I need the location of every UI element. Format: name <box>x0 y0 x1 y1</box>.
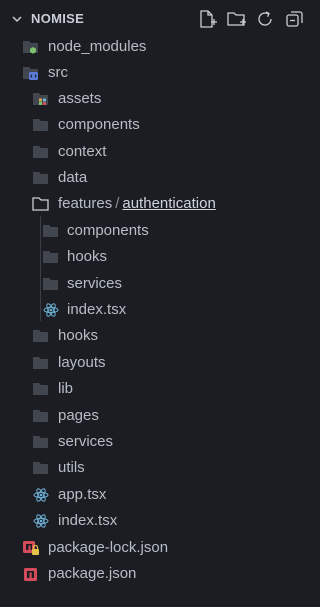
tree-item-label: context <box>58 143 107 160</box>
tree-item-index[interactable]: index.tsx <box>0 508 317 534</box>
tree-item-pages[interactable]: pages <box>0 403 317 429</box>
refresh-icon[interactable] <box>255 9 276 29</box>
react-file-icon <box>42 302 60 318</box>
tree-item-label: assets <box>58 90 102 107</box>
folder-icon <box>42 223 60 239</box>
file-explorer: NOMISE node_modules src assets component… <box>0 0 317 607</box>
tree-item-app[interactable]: app.tsx <box>0 482 317 508</box>
tree-item-auth-index[interactable]: index.tsx <box>0 297 317 323</box>
folder-icon <box>32 355 50 371</box>
tree-item-utils[interactable]: utils <box>0 455 317 481</box>
tree-item-label: package-lock.json <box>48 539 169 556</box>
tree-item-package[interactable]: package.json <box>0 561 317 587</box>
tree-item-features-authentication[interactable]: features / authentication <box>0 191 317 217</box>
path-separator: / <box>115 195 120 212</box>
authentication-segment[interactable]: authentication <box>122 195 215 212</box>
folder-icon <box>32 408 50 424</box>
collapse-all-icon[interactable] <box>284 9 305 29</box>
workspace-title: NOMISE <box>31 11 85 26</box>
tree-item-label: app.tsx <box>58 486 107 503</box>
tree-item-label: services <box>58 433 114 450</box>
tree-item-label: services <box>67 275 123 292</box>
folder-icon <box>32 381 50 397</box>
npm-file-icon <box>22 566 40 582</box>
tree-item-assets[interactable]: assets <box>0 86 317 112</box>
features-segment[interactable]: features <box>58 195 112 212</box>
tree-item-label: components <box>67 222 149 239</box>
node-folder-icon <box>22 39 40 55</box>
tree-item-label: data <box>58 169 88 186</box>
tree-item-label: utils <box>58 459 85 476</box>
explorer-header[interactable]: NOMISE <box>0 0 317 34</box>
tree-item-services[interactable]: services <box>0 429 317 455</box>
new-file-icon[interactable] <box>197 9 218 29</box>
folder-icon <box>32 434 50 450</box>
folder-icon <box>42 249 60 265</box>
tree-item-label: components <box>58 116 140 133</box>
folder-icon <box>32 460 50 476</box>
tree-item-label: node_modules <box>48 38 147 55</box>
tree-item-package-lock[interactable]: package-lock.json <box>0 535 317 561</box>
open-folder-icon <box>32 196 50 212</box>
tree-item-label: lib <box>58 380 74 397</box>
explorer-actions <box>197 9 305 29</box>
tree-item-data[interactable]: data <box>0 165 317 191</box>
tree-item-label: index.tsx <box>58 512 118 529</box>
assets-folder-icon <box>32 91 50 107</box>
folder-icon <box>32 117 50 133</box>
tree-item-label: index.tsx <box>67 301 127 318</box>
npm-lock-file-icon <box>22 540 40 556</box>
tree-item-auth-services[interactable]: services <box>0 271 317 297</box>
tree-item-src[interactable]: src <box>0 60 317 86</box>
react-file-icon <box>32 487 50 503</box>
folder-icon <box>32 144 50 160</box>
tree-item-label: features / authentication <box>58 195 216 213</box>
tree-item-auth-components[interactable]: components <box>0 218 317 244</box>
src-folder-icon <box>22 65 40 81</box>
tree-item-hooks[interactable]: hooks <box>0 323 317 349</box>
tree-item-label: hooks <box>67 248 108 265</box>
tree-item-label: pages <box>58 407 99 424</box>
folder-icon <box>32 328 50 344</box>
tree-item-label: src <box>48 64 68 81</box>
tree-item-label: package.json <box>48 565 137 582</box>
tree-item-components[interactable]: components <box>0 112 317 138</box>
tree-item-label: hooks <box>58 327 99 344</box>
tree-item-context[interactable]: context <box>0 139 317 165</box>
tree-item-auth-hooks[interactable]: hooks <box>0 244 317 270</box>
folder-icon <box>42 276 60 292</box>
folder-icon <box>32 170 50 186</box>
react-file-icon <box>32 513 50 529</box>
chevron-down-icon[interactable] <box>11 12 23 24</box>
tree-item-lib[interactable]: lib <box>0 376 317 402</box>
new-folder-icon[interactable] <box>226 9 247 29</box>
tree-item-node-modules[interactable]: node_modules <box>0 34 317 60</box>
tree-item-label: layouts <box>58 354 106 371</box>
tree-item-layouts[interactable]: layouts <box>0 350 317 376</box>
